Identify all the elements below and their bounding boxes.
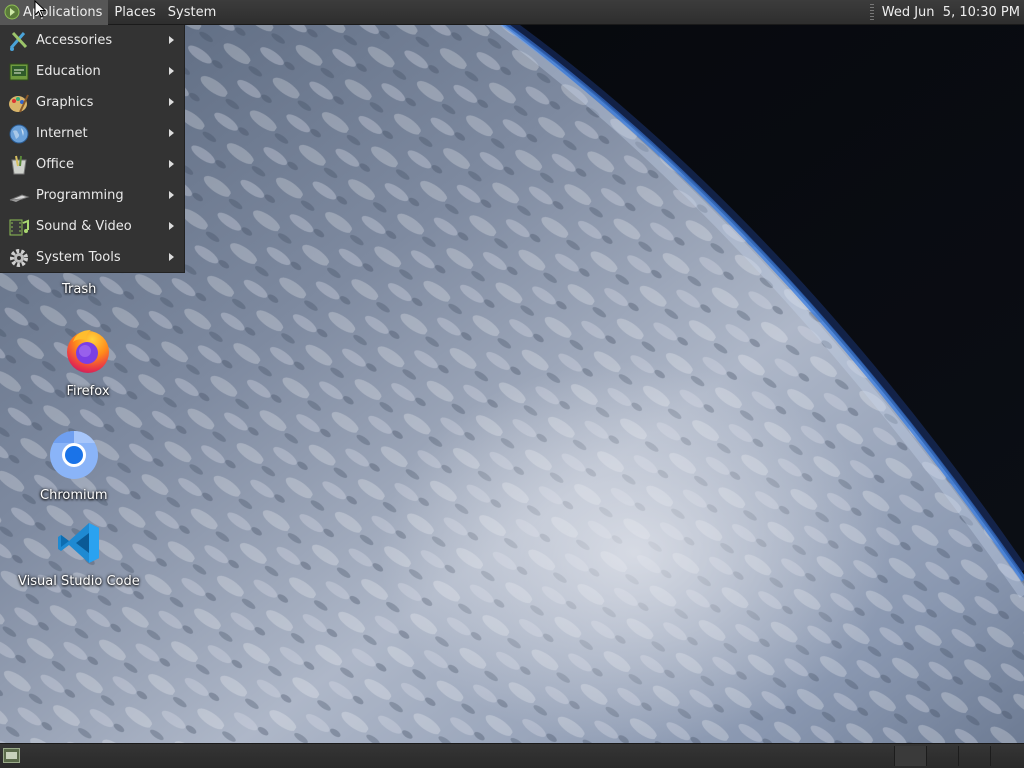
- submenu-arrow-icon: [169, 129, 174, 137]
- system-menu-button[interactable]: System: [162, 0, 222, 25]
- workspace-switcher-2[interactable]: [926, 746, 959, 766]
- submenu-arrow-icon: [169, 191, 174, 199]
- menu-item-programming[interactable]: Programming: [0, 180, 184, 211]
- submenu-arrow-icon: [169, 253, 174, 261]
- desktop-icon-label: Visual Studio Code: [18, 574, 140, 589]
- programming-icon: [8, 185, 30, 207]
- internet-icon: [8, 123, 30, 145]
- applications-menu-button[interactable]: Applications: [0, 0, 109, 25]
- system-menu-label: System: [167, 4, 217, 20]
- submenu-arrow-icon: [169, 36, 174, 44]
- panel-drag-handle[interactable]: [869, 4, 874, 20]
- desktop-icon-label: Firefox: [66, 384, 110, 399]
- desktop-icon-label: Chromium: [40, 488, 108, 503]
- desktop-icon-chromium[interactable]: Chromium: [40, 430, 108, 503]
- desktop-icon-label: Trash: [62, 282, 97, 297]
- menu-item-education[interactable]: Education: [0, 56, 184, 87]
- menu-item-label: Internet: [36, 126, 88, 141]
- menu-item-label: Accessories: [36, 33, 113, 48]
- office-icon: [8, 154, 30, 176]
- menu-item-label: Education: [36, 64, 101, 79]
- education-icon: [8, 61, 30, 83]
- desktop-icon-vscode[interactable]: Visual Studio Code: [18, 520, 140, 589]
- workspace-switcher-4[interactable]: [990, 746, 1023, 766]
- menu-item-system-tools[interactable]: System Tools: [0, 242, 184, 273]
- menu-item-label: Sound & Video: [36, 219, 132, 234]
- distro-logo-icon: [4, 4, 20, 20]
- chromium-icon: [49, 430, 99, 484]
- workspace-switcher-3[interactable]: [958, 746, 991, 766]
- sound-video-icon: [8, 216, 30, 238]
- menu-item-label: Programming: [36, 188, 124, 203]
- menu-item-label: Graphics: [36, 95, 94, 110]
- show-desktop-icon[interactable]: [3, 748, 20, 763]
- menu-item-office[interactable]: Office: [0, 149, 184, 180]
- menu-item-label: System Tools: [36, 250, 121, 265]
- desktop-icon-trash[interactable]: Trash: [62, 278, 96, 297]
- menu-item-graphics[interactable]: Graphics: [0, 87, 184, 118]
- submenu-arrow-icon: [169, 98, 174, 106]
- firefox-icon: [63, 326, 113, 380]
- system-tools-icon: [8, 247, 30, 269]
- menu-item-accessories[interactable]: Accessories: [0, 25, 184, 56]
- applications-dropdown: Accessories Education Graphics Internet …: [0, 25, 185, 273]
- menu-item-sound-video[interactable]: Sound & Video: [0, 211, 184, 242]
- mouse-pointer-icon: [34, 0, 47, 22]
- accessories-icon: [8, 30, 30, 52]
- bottom-panel: [0, 743, 1024, 768]
- top-panel: Applications Places System Wed Jun 5, 10…: [0, 0, 1024, 25]
- places-menu-button[interactable]: Places: [108, 0, 161, 25]
- submenu-arrow-icon: [169, 67, 174, 75]
- desktop-icon-firefox[interactable]: Firefox: [63, 326, 113, 399]
- workspace-switcher-1[interactable]: [894, 746, 927, 766]
- clock[interactable]: Wed Jun 5, 10:30 PM: [882, 5, 1024, 20]
- places-menu-label: Places: [114, 4, 156, 20]
- submenu-arrow-icon: [169, 222, 174, 230]
- vscode-icon: [56, 520, 102, 570]
- menu-item-label: Office: [36, 157, 74, 172]
- submenu-arrow-icon: [169, 160, 174, 168]
- menu-item-internet[interactable]: Internet: [0, 118, 184, 149]
- graphics-icon: [8, 92, 30, 114]
